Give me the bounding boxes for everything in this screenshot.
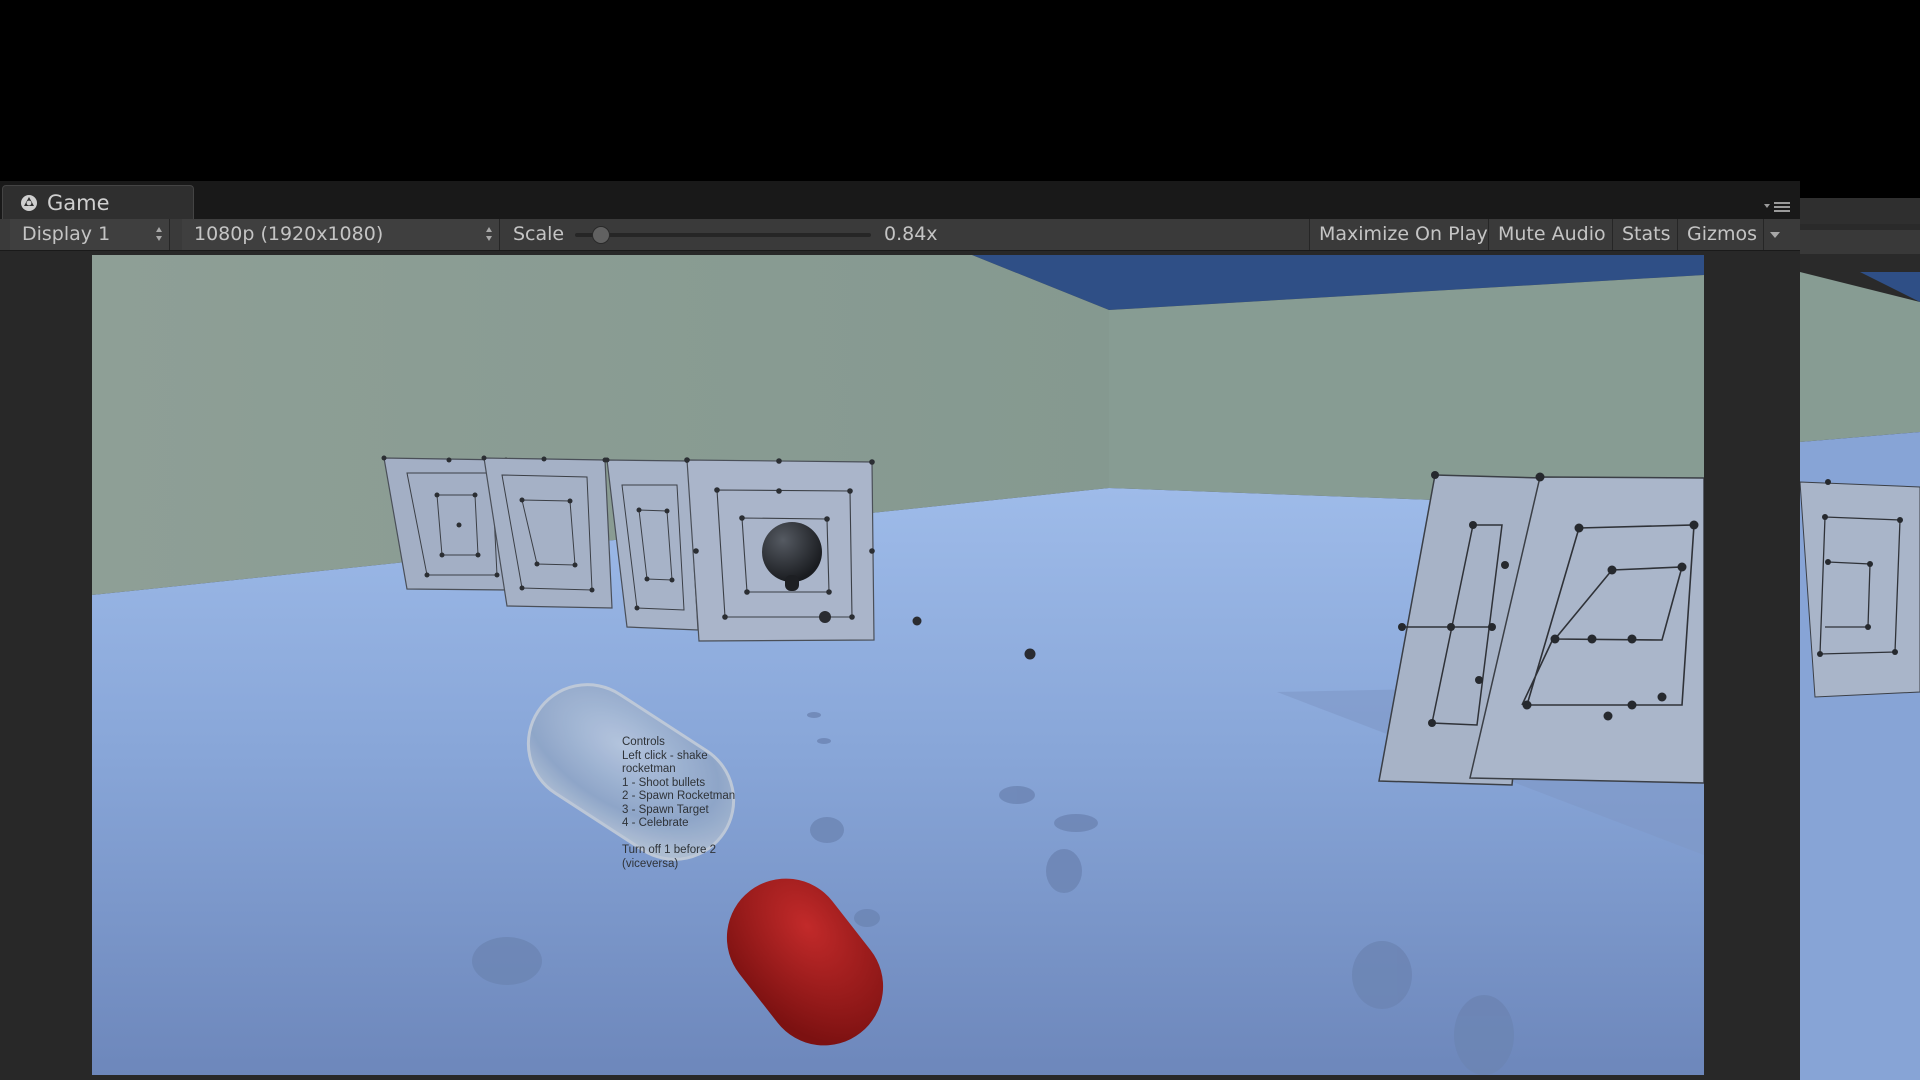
up-down-arrows-icon	[486, 227, 492, 241]
gizmos-dropdown-button[interactable]	[1763, 219, 1785, 250]
tab-game[interactable]: Game	[2, 185, 194, 219]
stats-toggle[interactable]: Stats	[1612, 219, 1680, 250]
display-dropdown[interactable]: Display 1	[10, 219, 170, 250]
controls-line: rocketman	[622, 763, 676, 775]
maximize-on-play-toggle[interactable]: Maximize On Play	[1309, 219, 1497, 250]
controls-line: 4 - Celebrate	[622, 817, 689, 829]
secondary-tab-bar	[1800, 198, 1920, 224]
unity-logo-icon	[21, 195, 37, 211]
chevron-down-icon	[1770, 232, 1780, 238]
game-toolbar: Display 1 1080p (1920x1080) Scale 0.84x …	[0, 219, 1800, 251]
display-dropdown-value: Display 1	[22, 223, 111, 245]
resolution-dropdown[interactable]: 1080p (1920x1080)	[182, 219, 500, 250]
scale-label: Scale	[513, 223, 565, 245]
controls-line: Turn off 1 before 2	[622, 844, 716, 856]
controls-line: (viceversa)	[622, 857, 679, 870]
controls-line: 3 - Spawn Target	[622, 803, 709, 816]
gizmos-toggle[interactable]: Gizmos	[1677, 219, 1765, 250]
secondary-window	[1800, 198, 1920, 1080]
secondary-scene	[1800, 272, 1920, 1080]
up-down-arrows-icon	[156, 227, 162, 241]
secondary-toolbar	[1800, 230, 1920, 254]
scale-slider-thumb[interactable]	[591, 226, 610, 244]
controls-instructions: Controls Left click - shake rocketman 1 - S…	[622, 736, 782, 871]
controls-line	[622, 831, 782, 845]
game-viewport[interactable]: Controls Left click - shake rocketman 1 - S…	[92, 255, 1704, 1075]
scale-value: 0.84x	[884, 223, 938, 245]
controls-line: 1 - Shoot bullets	[622, 776, 706, 789]
controls-line: Left click - shake	[622, 749, 708, 762]
controls-line: Controls	[622, 736, 665, 748]
secondary-viewport	[1800, 272, 1920, 1080]
game-scene	[92, 255, 1704, 1075]
back-wall-right	[1109, 275, 1704, 510]
tab-game-label: Game	[47, 191, 110, 215]
pane-menu-icon[interactable]	[1764, 201, 1792, 213]
resolution-dropdown-value: 1080p (1920x1080)	[194, 223, 384, 245]
scale-slider[interactable]	[575, 226, 871, 244]
game-window: Game Display 1 1080p (1920x1080) Scale 0…	[0, 181, 1800, 1080]
controls-line: 2 - Spawn Rocketman	[622, 790, 736, 802]
tab-bar: Game	[0, 181, 1800, 219]
mute-audio-toggle[interactable]: Mute Audio	[1488, 219, 1615, 250]
